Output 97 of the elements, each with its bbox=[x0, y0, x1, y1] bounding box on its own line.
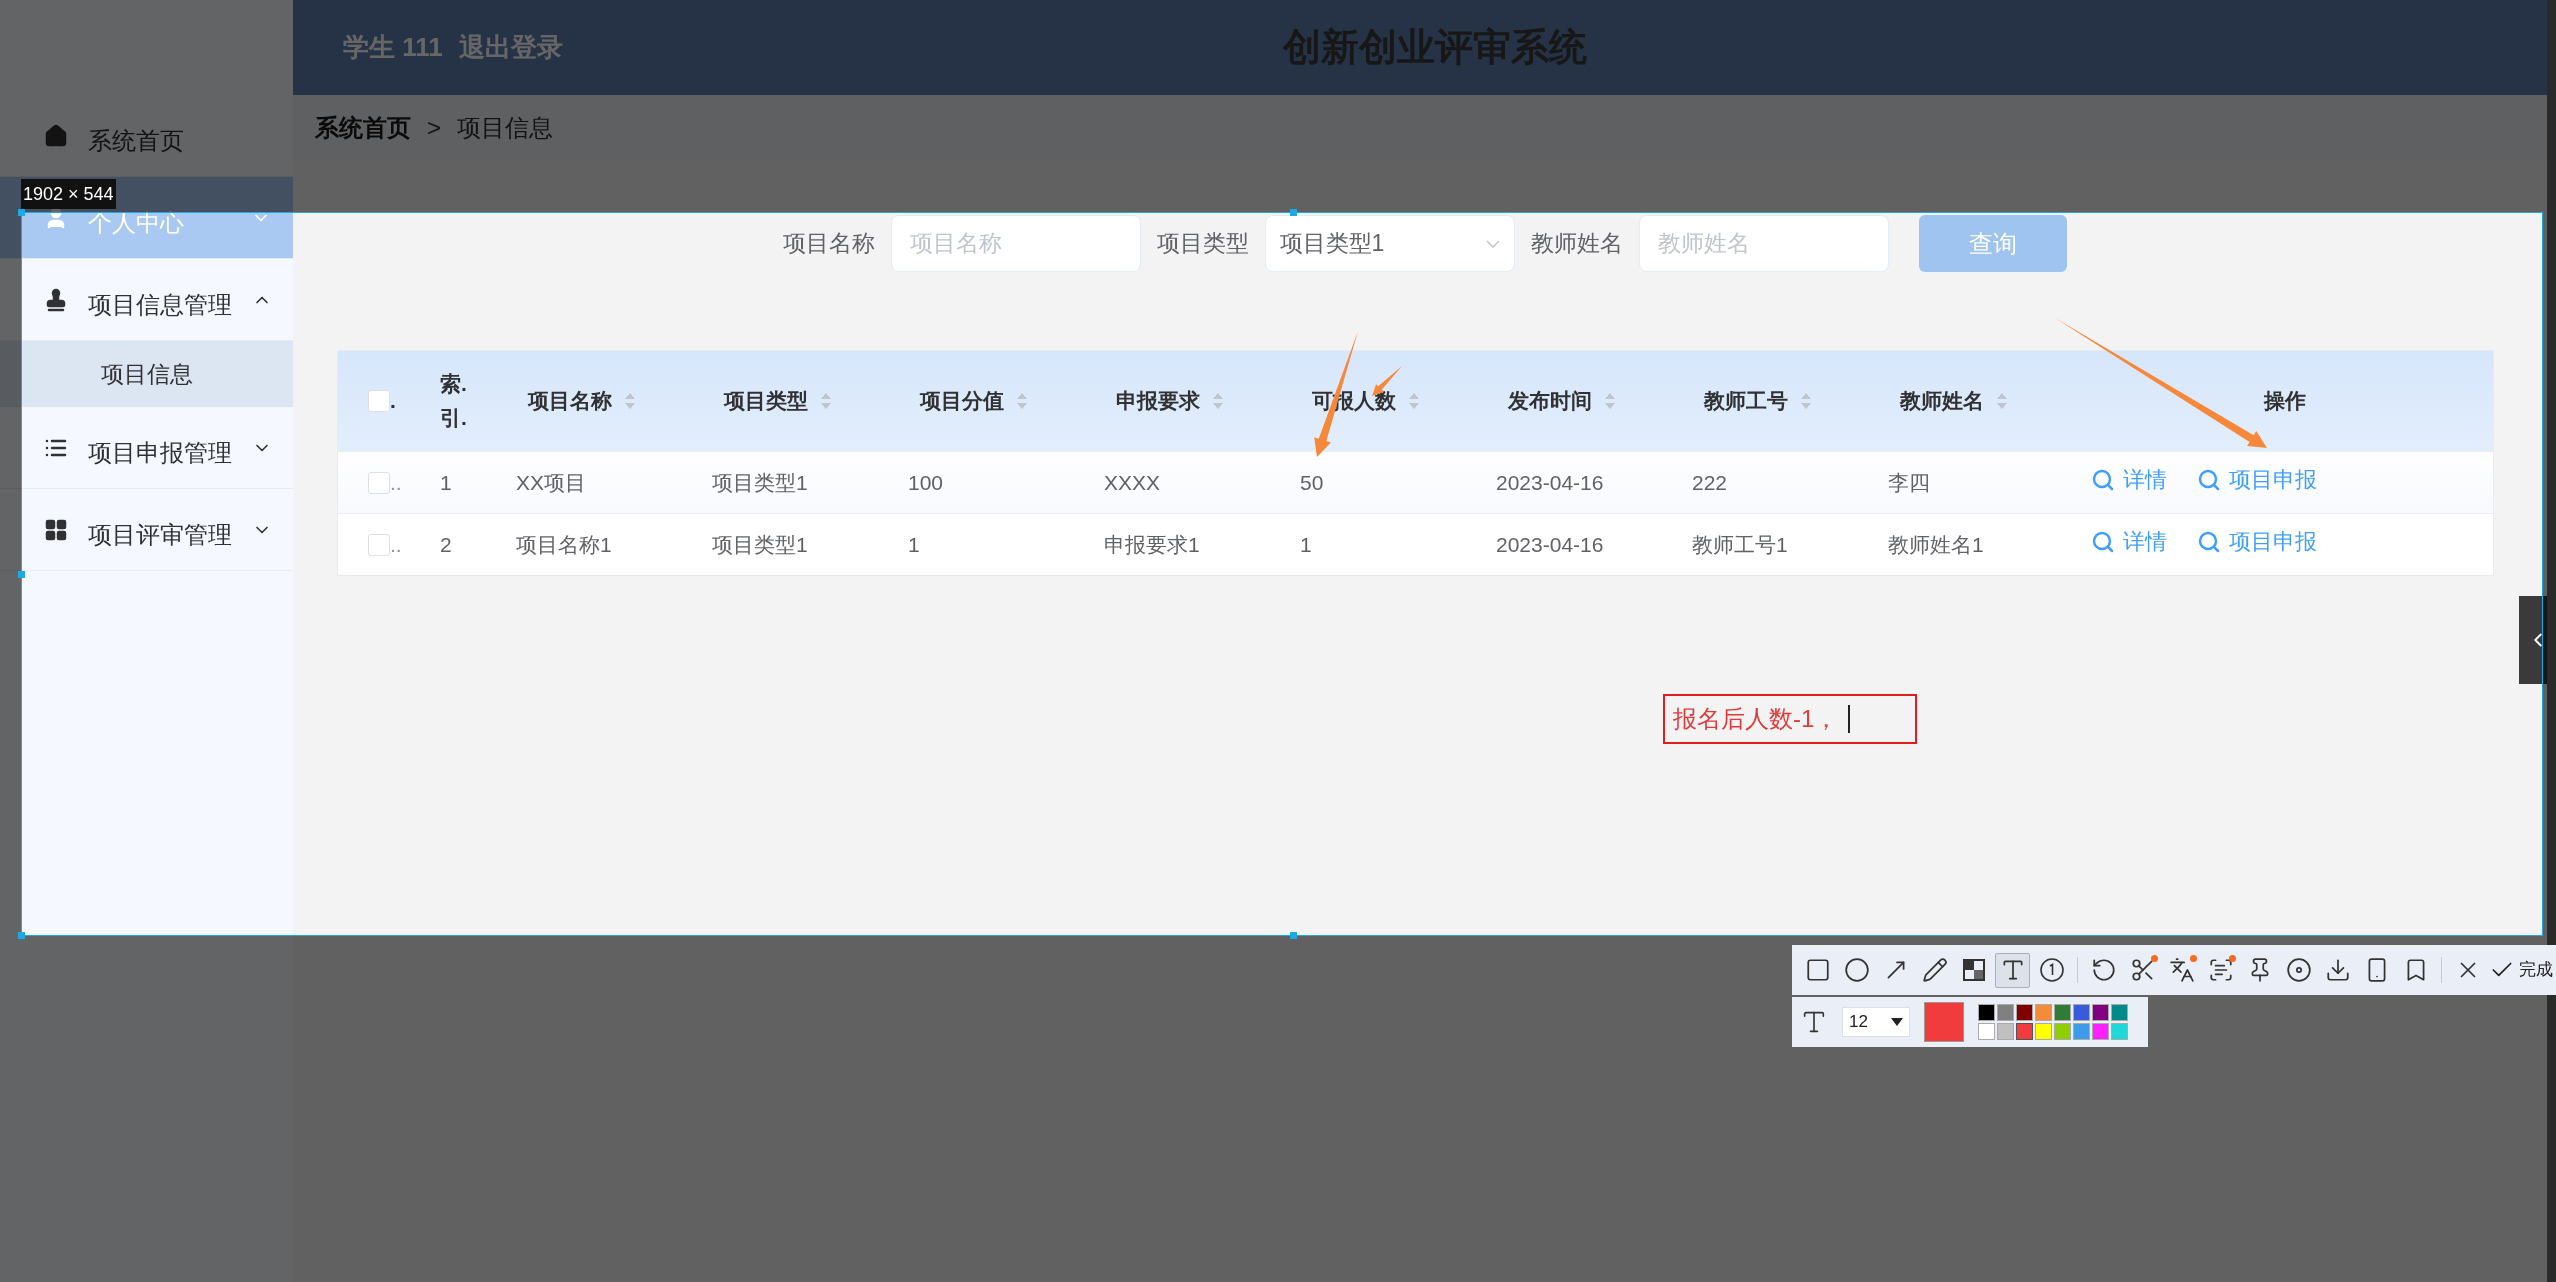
breadcrumb-separator: > bbox=[427, 112, 441, 143]
search-input[interactable]: 教师姓名 bbox=[1638, 215, 1889, 272]
column-header[interactable]: 项目分值 bbox=[920, 385, 1028, 417]
color-swatch[interactable] bbox=[2054, 1004, 2071, 1021]
color-swatch[interactable] bbox=[2054, 1023, 2071, 1040]
color-swatch[interactable] bbox=[1997, 1004, 2014, 1021]
field-label: 教师姓名 bbox=[1530, 229, 1623, 259]
undo-icon bbox=[2090, 957, 2117, 983]
tool-button[interactable] bbox=[1995, 952, 2030, 988]
field-label: 项目名称 bbox=[782, 229, 875, 259]
table-cell: 1 bbox=[1300, 532, 1312, 556]
breadcrumb-item: 项目信息 bbox=[457, 112, 553, 143]
header-trail-text: . bbox=[390, 388, 396, 415]
note-text: 报名后人数-1， bbox=[1673, 704, 1839, 734]
table-cell: XXXX bbox=[1104, 470, 1161, 494]
table-cell: 1 bbox=[908, 532, 920, 556]
resize-handle[interactable] bbox=[1290, 932, 1297, 939]
circle-icon bbox=[1843, 957, 1870, 983]
color-swatch[interactable] bbox=[2073, 1004, 2090, 1021]
table-cell: 2023-04-16 bbox=[1496, 470, 1604, 494]
color-swatch[interactable] bbox=[2092, 1004, 2109, 1021]
done-button[interactable]: 完成 bbox=[2489, 957, 2556, 983]
search-icon bbox=[2197, 529, 2221, 554]
mosaic-icon bbox=[1961, 958, 1986, 982]
sort-icon[interactable] bbox=[1996, 392, 2008, 410]
column-header: 操作 bbox=[2263, 388, 2306, 415]
note-text-box[interactable]: 报名后人数-1， bbox=[1663, 694, 1917, 744]
table-cell: 教师姓名1 bbox=[1888, 532, 1984, 556]
color-swatch[interactable] bbox=[1978, 1004, 1995, 1021]
dropdown-caret-icon bbox=[1891, 1018, 1903, 1026]
sort-icon[interactable] bbox=[1604, 392, 1616, 410]
checkbox[interactable] bbox=[368, 471, 390, 494]
sort-icon[interactable] bbox=[1212, 392, 1224, 410]
color-swatch[interactable] bbox=[2035, 1004, 2052, 1021]
column-header[interactable]: 教师工号 bbox=[1704, 385, 1812, 417]
font-size-select[interactable]: 12 bbox=[1842, 1007, 1910, 1037]
resize-handle[interactable] bbox=[1290, 209, 1297, 216]
table-cell: 2023-04-16 bbox=[1496, 532, 1604, 556]
sort-icon[interactable] bbox=[1408, 392, 1420, 410]
column-header[interactable]: 教师姓名 bbox=[1900, 385, 2008, 417]
column-header[interactable]: 项目名称 bbox=[528, 385, 636, 417]
table-cell: XX项目 bbox=[516, 470, 586, 494]
table-cell: 222 bbox=[1692, 470, 1728, 494]
table-cell: 李四 bbox=[1888, 470, 1930, 494]
search-icon bbox=[2091, 467, 2115, 492]
grid-icon bbox=[44, 517, 68, 542]
column-header[interactable]: 发布时间 bbox=[1508, 385, 1616, 417]
row-trail-text: .. bbox=[390, 469, 402, 496]
table-cell: 100 bbox=[908, 470, 944, 494]
resize-handle[interactable] bbox=[18, 932, 25, 939]
record-icon bbox=[2285, 957, 2312, 983]
user-name: 学生 111 bbox=[343, 31, 443, 64]
resize-handle[interactable] bbox=[18, 209, 25, 216]
color-swatch[interactable] bbox=[2111, 1004, 2128, 1021]
table-cell: 1 bbox=[440, 470, 452, 494]
color-swatch[interactable] bbox=[1997, 1023, 2014, 1040]
numbered-marker-icon bbox=[2038, 957, 2065, 983]
column-header: 索.引. bbox=[440, 371, 468, 431]
table-cell: 教师工号1 bbox=[1692, 532, 1788, 556]
table-cell: 项目类型1 bbox=[712, 532, 808, 556]
table-cell: 申报要求1 bbox=[1104, 532, 1200, 556]
table-cell: 2 bbox=[440, 532, 452, 556]
search-input[interactable]: 项目名称 bbox=[890, 215, 1141, 272]
rectangle-icon bbox=[1804, 957, 1831, 983]
field-label: 项目类型 bbox=[1156, 229, 1249, 259]
search-icon bbox=[2197, 467, 2221, 492]
color-swatch[interactable] bbox=[2092, 1023, 2109, 1040]
sort-icon[interactable] bbox=[820, 392, 832, 410]
color-swatch[interactable] bbox=[2016, 1004, 2033, 1021]
resize-handle[interactable] bbox=[18, 571, 25, 578]
selection-size-label: 1902 × 544 bbox=[21, 179, 116, 209]
checkbox[interactable] bbox=[368, 390, 390, 412]
sidebar-subitem[interactable]: 项目信息 bbox=[0, 341, 293, 407]
color-swatch[interactable] bbox=[2035, 1023, 2052, 1040]
column-header[interactable]: 申报要求 bbox=[1116, 385, 1224, 417]
search-icon bbox=[2091, 529, 2115, 554]
row-trail-text: .. bbox=[390, 531, 402, 558]
color-swatch[interactable] bbox=[2111, 1023, 2128, 1040]
scan-text-icon bbox=[2207, 957, 2234, 983]
pencil-icon bbox=[1921, 957, 1948, 983]
color-swatch[interactable] bbox=[2016, 1023, 2033, 1040]
download-icon bbox=[2324, 957, 2351, 983]
sort-icon[interactable] bbox=[1016, 392, 1028, 410]
sort-icon[interactable] bbox=[1800, 392, 1812, 410]
table-cell: 项目名称1 bbox=[516, 532, 612, 556]
chevron-down-icon bbox=[1485, 239, 1500, 248]
current-color-swatch[interactable] bbox=[1924, 1002, 1964, 1042]
table-cell: 项目类型1 bbox=[712, 470, 808, 494]
type-select[interactable]: 项目类型1 bbox=[1264, 215, 1515, 272]
home-icon bbox=[44, 123, 68, 148]
color-swatch[interactable] bbox=[2073, 1023, 2090, 1040]
column-header[interactable]: 项目类型 bbox=[724, 385, 832, 417]
checkbox[interactable] bbox=[368, 533, 390, 556]
sort-icon[interactable] bbox=[624, 392, 636, 410]
color-swatch[interactable] bbox=[1978, 1023, 1995, 1040]
stamp-icon bbox=[44, 287, 68, 312]
table-cell: 50 bbox=[1300, 470, 1324, 494]
